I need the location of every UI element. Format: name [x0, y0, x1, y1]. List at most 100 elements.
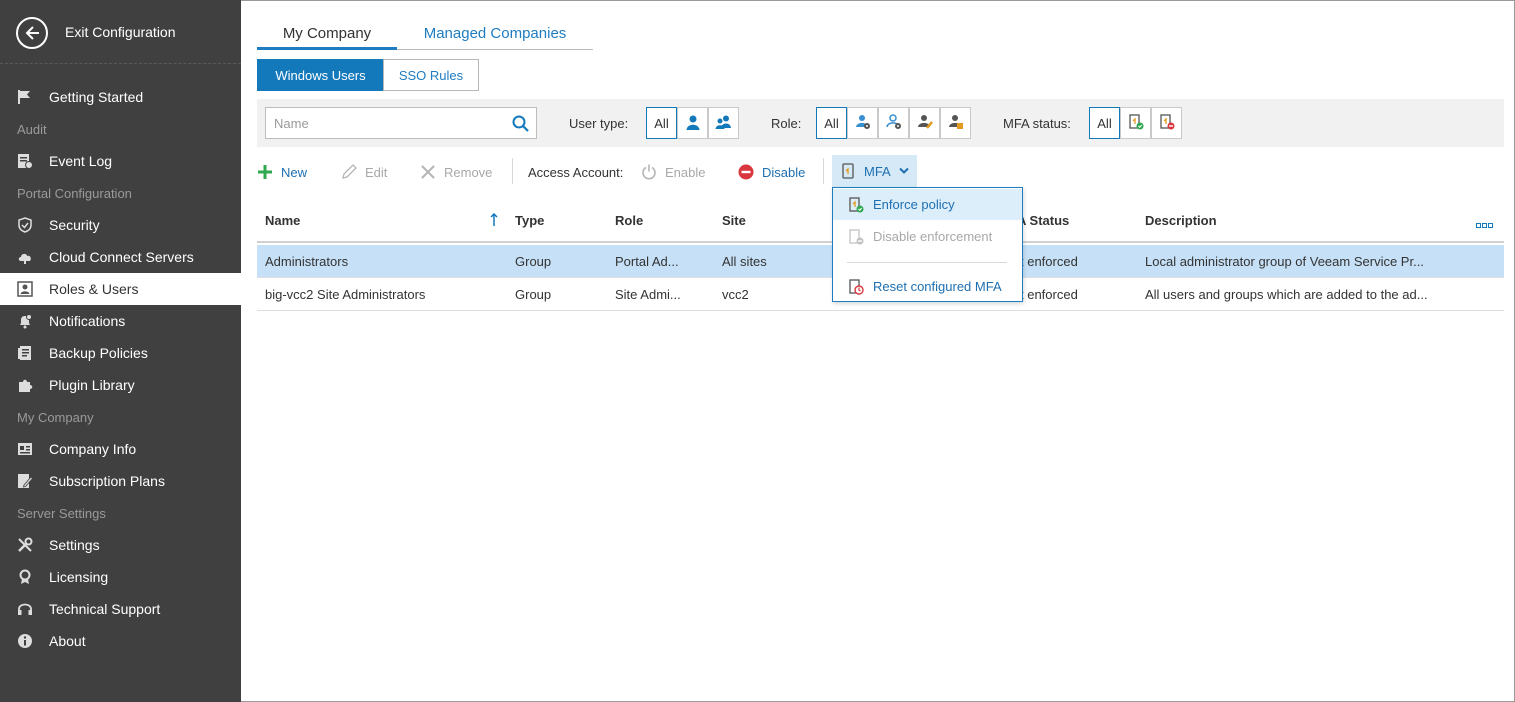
user-type-all-button[interactable]: All: [646, 107, 677, 139]
mfa-disable-icon: [848, 229, 864, 245]
sidebar-item-event-log[interactable]: Event Log: [0, 145, 241, 177]
sidebar-item-company-info[interactable]: Company Info: [0, 433, 241, 465]
sidebar-item-technical-support[interactable]: Technical Support: [0, 593, 241, 625]
sidebar-item-about[interactable]: About: [0, 625, 241, 657]
sidebar-item-label: Settings: [49, 537, 100, 553]
wrench-icon: [17, 537, 33, 553]
column-header-type[interactable]: Type: [515, 213, 544, 228]
cell-site: All sites: [722, 254, 767, 269]
edit-button[interactable]: Edit: [341, 162, 387, 182]
mfa-status-all-button[interactable]: All: [1089, 107, 1120, 139]
sidebar-item-roles-users[interactable]: Roles & Users: [0, 273, 242, 305]
exit-configuration-label: Exit Configuration: [65, 24, 176, 40]
sidebar-item-label: Licensing: [49, 569, 109, 585]
sidebar-item-settings[interactable]: Settings: [0, 529, 241, 561]
menu-item-reset-configured-mfa[interactable]: Reset configured MFA: [833, 271, 1022, 302]
role-read-only-button[interactable]: [940, 107, 971, 139]
sidebar-item-getting-started[interactable]: Getting Started: [0, 81, 241, 113]
disable-button[interactable]: Disable: [738, 162, 805, 182]
cell-name: big-vcc2 Site Administrators: [265, 287, 426, 302]
license-icon: [17, 569, 33, 585]
read-only-user-icon: [948, 114, 964, 133]
role-operator-button[interactable]: [909, 107, 940, 139]
search-icon[interactable]: [512, 115, 529, 135]
edit-button-label: Edit: [365, 164, 388, 180]
sidebar-item-subscription-plans[interactable]: Subscription Plans: [0, 465, 241, 497]
sort-ascending-icon[interactable]: [490, 212, 498, 229]
exit-configuration-button[interactable]: Exit Configuration: [0, 0, 241, 64]
mfa-status-enforced-button[interactable]: [1120, 107, 1151, 139]
flag-icon: [17, 89, 33, 105]
column-header-site[interactable]: Site: [722, 213, 746, 228]
cell-role: Site Admi...: [615, 287, 681, 302]
access-account-label: Access Account:: [528, 164, 624, 180]
search-box: [265, 107, 537, 139]
filter-bar: User type: All Role: All MFA status: All: [257, 99, 1504, 147]
sidebar-item-label: Technical Support: [49, 601, 161, 617]
chevron-down-icon: [899, 167, 909, 175]
new-button-label: New: [281, 164, 308, 180]
mfa-reset-icon: [848, 279, 864, 295]
menu-item-label: Enforce policy: [873, 197, 955, 212]
sidebar-item-plugin-library[interactable]: Plugin Library: [0, 369, 241, 401]
sidebar-item-notifications[interactable]: Notifications: [0, 305, 241, 337]
pencil-icon: [341, 164, 357, 180]
search-input[interactable]: [266, 108, 506, 138]
new-button[interactable]: New: [257, 162, 307, 182]
role-site-admin-button[interactable]: [878, 107, 909, 139]
tab-my-company[interactable]: My Company: [257, 20, 397, 50]
cloud-icon: [17, 249, 33, 265]
toolbar-divider: [512, 158, 513, 184]
column-header-mfa-status[interactable]: A Status: [1017, 213, 1069, 228]
user-type-label: User type:: [569, 116, 629, 131]
subscription-icon: [17, 473, 34, 489]
sidebar-item-label: About: [49, 633, 86, 649]
column-chooser-icon[interactable]: [1476, 217, 1494, 232]
sidebar-item-licensing[interactable]: Licensing: [0, 561, 241, 593]
headset-icon: [17, 601, 33, 617]
close-icon: [420, 164, 436, 180]
role-all-button[interactable]: All: [816, 107, 847, 139]
section-portal-configuration: Portal Configuration: [17, 186, 132, 201]
company-info-icon: [17, 441, 33, 457]
menu-item-disable-enforcement[interactable]: Disable enforcement: [833, 221, 1022, 252]
section-my-company: My Company: [17, 410, 94, 425]
sidebar-item-label: Getting Started: [49, 89, 144, 105]
back-arrow-icon: [16, 17, 48, 49]
user-icon: [685, 114, 701, 133]
mfa-dropdown-button[interactable]: MFA: [832, 155, 917, 187]
section-audit: Audit: [17, 122, 47, 137]
cell-site: vcc2: [722, 287, 749, 302]
mfa-not-enforced-icon: [1159, 113, 1175, 133]
mfa-enforce-icon: [848, 197, 864, 213]
cell-description: All users and groups which are added to …: [1145, 287, 1428, 302]
tab-managed-companies[interactable]: Managed Companies: [397, 20, 593, 50]
cell-type: Group: [515, 287, 552, 302]
sidebar-item-label: Security: [49, 217, 100, 233]
sidebar-item-label: Roles & Users: [49, 281, 139, 297]
user-card-icon: [17, 281, 33, 297]
column-header-role[interactable]: Role: [615, 213, 643, 228]
user-type-user-button[interactable]: [677, 107, 708, 139]
cell-name: Administrators: [265, 254, 349, 269]
subtab-windows-users[interactable]: Windows Users: [257, 59, 384, 91]
column-header-description[interactable]: Description: [1145, 213, 1217, 228]
sidebar: Exit Configuration Getting Started Audit…: [0, 0, 242, 702]
site-admin-icon: [885, 113, 902, 133]
sidebar-item-cloud-connect-servers[interactable]: Cloud Connect Servers: [0, 241, 241, 273]
mfa-status-not-enforced-button[interactable]: [1151, 107, 1182, 139]
user-type-group-button[interactable]: [708, 107, 739, 139]
sidebar-item-security[interactable]: Security: [0, 209, 241, 241]
subtab-sso-rules[interactable]: SSO Rules: [383, 59, 479, 91]
puzzle-icon: [17, 377, 33, 393]
cell-mfa-status: t enforced: [1020, 287, 1078, 302]
portal-admin-icon: [855, 114, 871, 133]
sidebar-item-backup-policies[interactable]: Backup Policies: [0, 337, 241, 369]
disable-icon: [738, 164, 754, 180]
column-header-name[interactable]: Name: [265, 213, 300, 228]
role-portal-admin-button[interactable]: [847, 107, 878, 139]
menu-item-enforce-policy[interactable]: Enforce policy: [833, 189, 1022, 220]
remove-button[interactable]: Remove: [420, 162, 492, 182]
enable-button[interactable]: Enable: [641, 162, 705, 182]
power-icon: [641, 164, 657, 180]
